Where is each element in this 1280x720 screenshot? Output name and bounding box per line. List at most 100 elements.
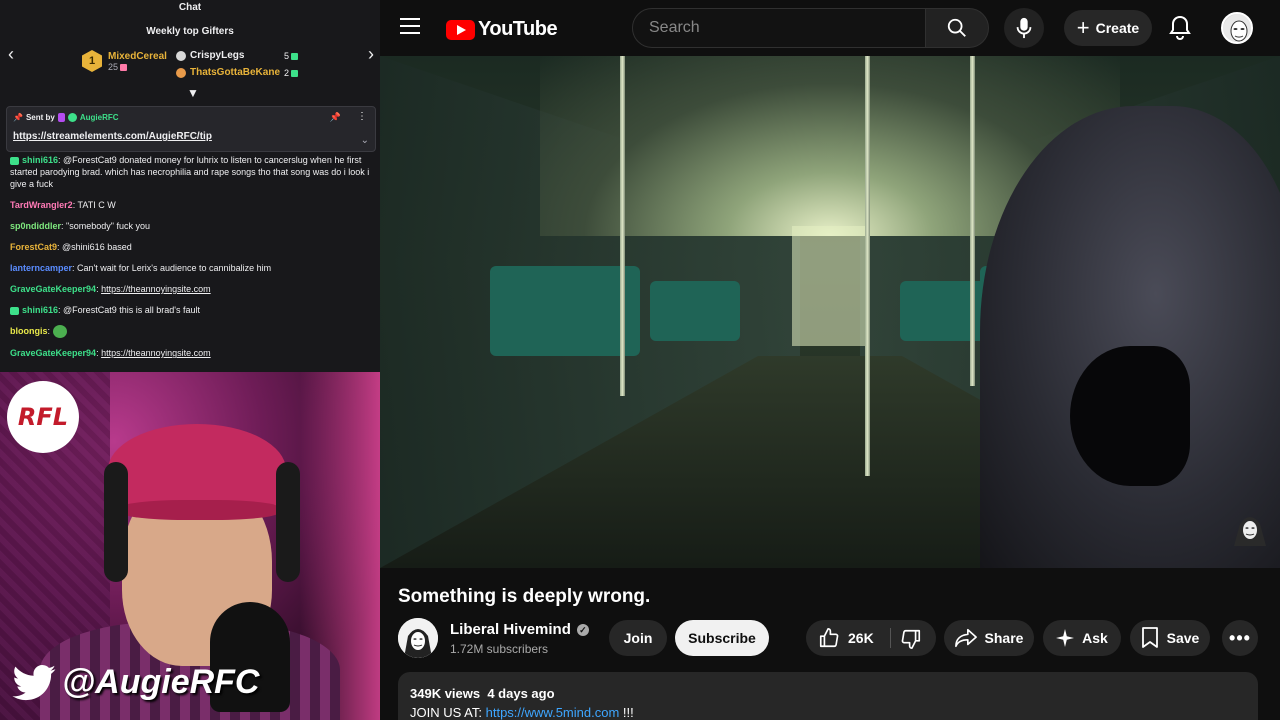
chat-text: @ForestCat9 this is all brad's fault — [63, 305, 200, 315]
sparkle-icon — [1056, 629, 1075, 647]
join-button[interactable]: Join — [609, 620, 667, 656]
like-dislike-group: 26K — [806, 620, 936, 656]
search-icon — [947, 18, 966, 37]
hooded-figure — [980, 106, 1280, 568]
anonymous-mask-icon — [1223, 14, 1251, 42]
notifications-bell-icon[interactable] — [1168, 14, 1192, 42]
chat-username[interactable]: shini616 — [22, 305, 58, 315]
rfl-logo: RFL — [7, 381, 79, 453]
gifter-count: 5 — [284, 51, 290, 61]
like-separator — [890, 628, 891, 648]
chat-message: TardWrangler2: TATI C W — [10, 199, 376, 211]
channel-watermark-icon[interactable] — [1230, 508, 1270, 548]
chat-username[interactable]: TardWrangler2 — [10, 200, 73, 210]
like-button[interactable]: 26K — [818, 627, 874, 649]
webcam-feed: RFL @AugieRFC — [0, 372, 380, 720]
like-count: 26K — [848, 630, 874, 646]
share-arrow-icon — [954, 628, 977, 648]
video-pole — [865, 56, 870, 476]
chat-message: bloongis: — [10, 325, 376, 339]
create-label: Create — [1095, 20, 1140, 36]
description-box[interactable]: 349K views 4 days ago JOIN US AT: https:… — [398, 672, 1258, 720]
chat-text: "somebody" fuck you — [66, 221, 150, 231]
chat-colon: : — [47, 326, 53, 336]
chat-panel: Chat Weekly top Gifters ‹ › 1 MixedCerea… — [0, 0, 380, 372]
description-prefix: JOIN US AT: — [410, 705, 482, 720]
chat-username[interactable]: bloongis — [10, 326, 48, 336]
upload-age: 4 days ago — [487, 686, 555, 701]
chevron-down-icon[interactable]: ⌄ — [361, 135, 369, 146]
account-avatar[interactable] — [1221, 12, 1253, 44]
chat-username[interactable]: sp0ndiddler — [10, 221, 61, 231]
chat-text: TATI C W — [77, 200, 116, 210]
search-button[interactable] — [925, 8, 989, 48]
chat-message: shini616: @ForestCat9 this is all brad's… — [10, 304, 376, 316]
channel-name-text[interactable]: Liberal Hivemind — [450, 621, 571, 638]
chat-message: shini616: @ForestCat9 donated money for … — [10, 154, 376, 190]
youtube-logo[interactable]: YouTube — [446, 18, 558, 41]
more-actions-button[interactable]: ••• — [1222, 620, 1258, 656]
subscriber-badge-icon — [10, 156, 19, 165]
gifter-name[interactable]: CrispyLegs — [190, 50, 244, 61]
ask-button[interactable]: Ask — [1043, 620, 1121, 656]
pin-small-icon: 📌 — [13, 113, 23, 122]
video-seat — [900, 281, 990, 341]
chat-username[interactable]: lanterncamper — [10, 263, 72, 273]
sent-by-user[interactable]: AugieRFC — [80, 113, 119, 122]
gift-icon — [120, 63, 128, 71]
create-button[interactable]: + Create — [1064, 10, 1152, 46]
subscribe-button[interactable]: Subscribe — [675, 620, 769, 656]
frog-emote-icon — [52, 325, 67, 339]
share-button[interactable]: Share — [944, 620, 1034, 656]
headphone-right — [276, 462, 300, 582]
hamburger-menu-icon[interactable] — [400, 18, 420, 34]
youtube-play-icon — [446, 19, 475, 40]
gifter-row: CrispyLegs 5 — [176, 50, 299, 61]
description-link[interactable]: https://www.5mind.com — [486, 705, 620, 720]
verified-badge-icon — [67, 113, 77, 122]
chat-message: GraveGateKeeper94: https://theannoyingsi… — [10, 283, 376, 295]
rank-3-icon — [176, 67, 186, 78]
pinned-link[interactable]: https://streamelements.com/AugieRFC/tip — [13, 131, 212, 142]
top-gifter-name[interactable]: MixedCereal — [108, 51, 167, 62]
cap-brim — [120, 500, 280, 520]
chat-link[interactable]: https://theannoyingsite.com — [101, 348, 211, 358]
video-title: Something is deeply wrong. — [398, 586, 651, 607]
share-label: Share — [984, 630, 1024, 646]
chat-username[interactable]: ForestCat9 — [10, 242, 57, 252]
rank-2-icon — [176, 50, 186, 61]
sent-by-label: Sent by — [25, 113, 55, 122]
dislike-button[interactable] — [900, 628, 922, 650]
save-label: Save — [1166, 630, 1200, 646]
rank-badge: 1 — [82, 50, 102, 72]
chat-username[interactable]: GraveGateKeeper94 — [10, 348, 96, 358]
voice-search-button[interactable] — [1004, 8, 1044, 48]
expand-icon[interactable]: ▼ — [187, 86, 199, 100]
gifters-next-button[interactable]: › — [368, 44, 374, 65]
pinned-message: 📌 Sent by AugieRFC https://streamelement… — [6, 106, 376, 152]
thumbs-down-icon — [901, 629, 921, 649]
pin-icon[interactable]: 📌 — [330, 112, 341, 123]
save-button[interactable]: Save — [1130, 620, 1210, 656]
handle-text: @AugieRFC — [62, 663, 260, 701]
channel-name[interactable]: Liberal Hivemind ✓ — [450, 621, 589, 638]
youtube-page: YouTube + Create — [380, 0, 1280, 720]
video-stats: 349K views 4 days ago — [410, 684, 1246, 703]
gifters-prev-button[interactable]: ‹ — [8, 44, 14, 65]
video-seat — [650, 281, 740, 341]
gifter-count: 2 — [284, 68, 290, 78]
more-horiz-icon: ••• — [1229, 627, 1251, 648]
pinned-sender: 📌 Sent by AugieRFC — [13, 113, 119, 122]
channel-avatar[interactable] — [398, 618, 438, 658]
gifter-row: ThatsGottaBeKane 2 — [176, 67, 299, 78]
gifter-name[interactable]: ThatsGottaBeKane — [190, 67, 280, 78]
chat-link[interactable]: https://theannoyingsite.com — [101, 284, 211, 294]
youtube-header: YouTube + Create — [380, 0, 1280, 56]
chat-username[interactable]: shini616 — [22, 155, 58, 165]
search-input[interactable] — [632, 8, 926, 48]
verified-check-icon: ✓ — [576, 623, 589, 636]
video-player[interactable] — [380, 56, 1280, 568]
chat-username[interactable]: GraveGateKeeper94 — [10, 284, 96, 294]
video-end-door — [792, 226, 868, 346]
more-vert-icon[interactable]: ⋮ — [357, 111, 367, 122]
